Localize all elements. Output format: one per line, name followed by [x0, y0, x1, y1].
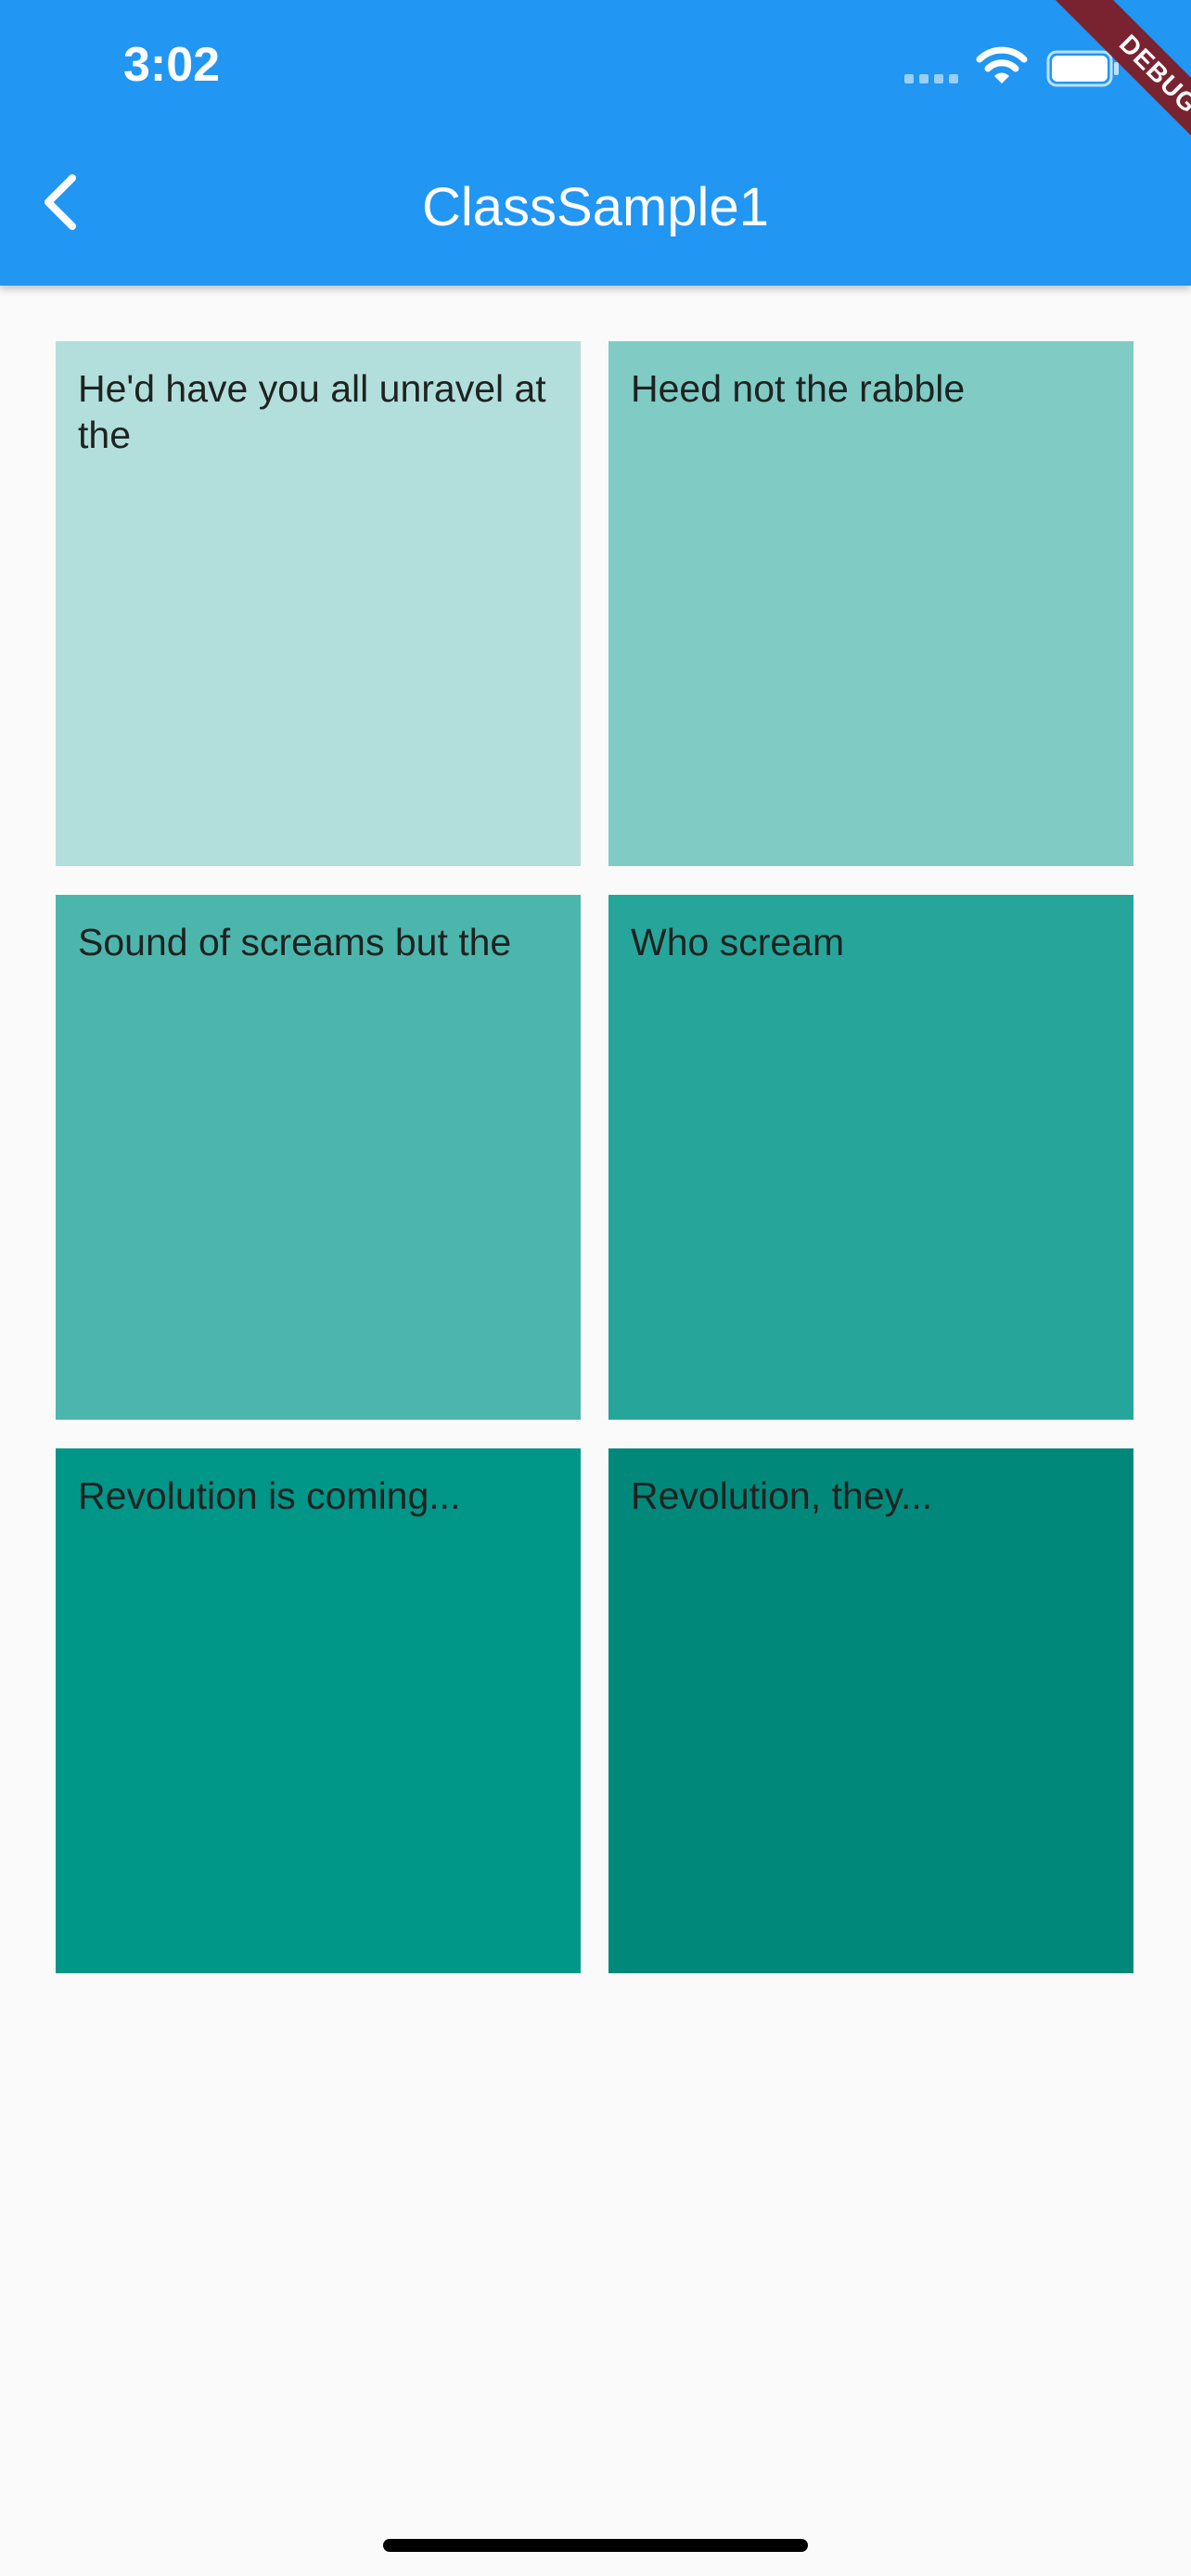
home-indicator[interactable]: [383, 2539, 808, 2552]
app-bar: 3:02 ClassSample1: [0, 0, 1191, 286]
grid-tile: Heed not the rabble: [608, 341, 1133, 866]
grid-tile: Sound of screams but the: [56, 895, 581, 1420]
grid-tile: Who scream: [608, 895, 1133, 1420]
grid-tile: Revolution, they...: [608, 1448, 1133, 1973]
debug-banner: DEBUG: [1024, 0, 1191, 167]
status-time: 3:02: [123, 38, 221, 92]
wifi-icon: [976, 46, 1028, 90]
page-title: ClassSample1: [422, 177, 769, 237]
grid-tile: Revolution is coming...: [56, 1448, 581, 1973]
signal-dots-icon: [904, 74, 958, 83]
grid-tile: He'd have you all unravel at the: [56, 341, 581, 866]
debug-label: DEBUG: [1055, 0, 1191, 167]
tile-grid: He'd have you all unravel at the Heed no…: [56, 341, 1133, 1973]
